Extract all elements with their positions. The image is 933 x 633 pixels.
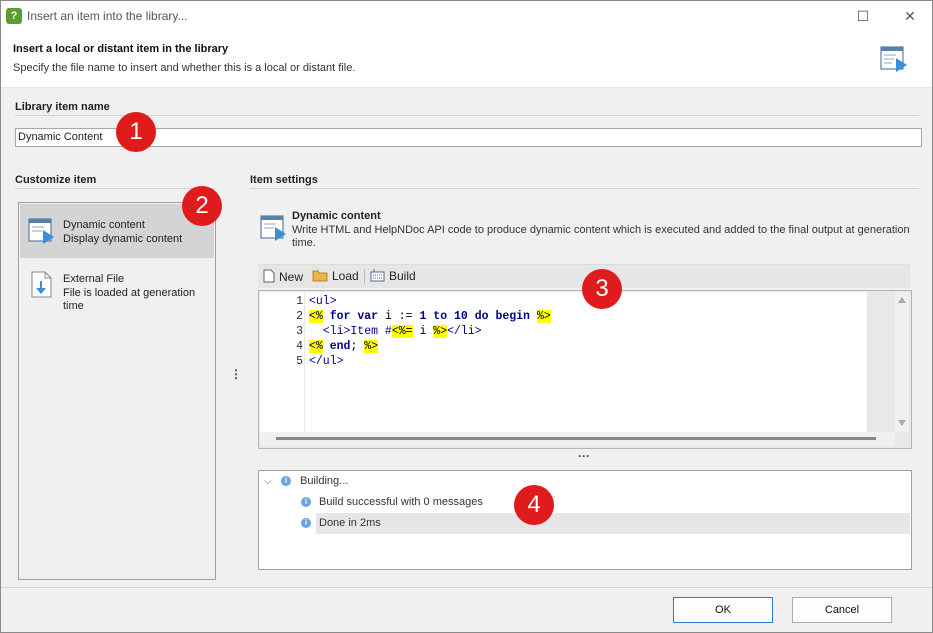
splitter-handle-horizontal[interactable]: ··· bbox=[578, 449, 590, 463]
ok-button[interactable]: OK bbox=[673, 597, 773, 623]
library-item-icon bbox=[880, 46, 907, 72]
annotation-badge-4: 4 bbox=[514, 485, 554, 525]
code-area[interactable]: <ul> <% for var i := 1 to 10 do begin %>… bbox=[305, 292, 867, 432]
annotation-badge-3: 3 bbox=[582, 269, 622, 309]
output-row-selected[interactable] bbox=[316, 513, 910, 534]
footer-divider bbox=[1, 587, 932, 588]
line-number: 2 bbox=[296, 310, 303, 323]
line-number: 1 bbox=[296, 295, 303, 308]
app-icon: ? bbox=[6, 8, 22, 24]
line-number: 5 bbox=[296, 355, 303, 368]
code-line: <% end; %> bbox=[309, 340, 379, 353]
line-number-gutter: 1 2 3 4 5 bbox=[260, 292, 304, 432]
close-icon[interactable]: ✕ bbox=[898, 5, 922, 27]
section-divider bbox=[15, 115, 919, 116]
info-icon: i bbox=[301, 497, 311, 507]
annotation-badge-1: 1 bbox=[116, 112, 156, 152]
settings-description: Write HTML and HelpNDoc API code to prod… bbox=[292, 224, 910, 249]
info-icon: i bbox=[281, 476, 291, 486]
section-divider bbox=[15, 188, 215, 189]
build-button[interactable]: Build bbox=[370, 269, 416, 283]
splitter-handle-vertical[interactable]: ⋮ bbox=[230, 367, 242, 381]
list-item-description: File is loaded at generation time bbox=[63, 287, 196, 312]
dynamic-content-icon bbox=[260, 215, 286, 241]
output-message[interactable]: Done in 2ms bbox=[319, 517, 381, 529]
annotation-badge-2: 2 bbox=[182, 186, 222, 226]
chevron-down-icon[interactable]: ⌵ bbox=[264, 476, 272, 487]
line-number: 3 bbox=[296, 325, 303, 338]
dialog-header: Insert a local or distant item in the li… bbox=[1, 31, 932, 88]
line-number: 4 bbox=[296, 340, 303, 353]
library-item-name-label: Library item name bbox=[15, 101, 110, 113]
section-divider bbox=[250, 188, 919, 189]
scroll-up-icon[interactable] bbox=[898, 297, 906, 303]
header-subtitle: Specify the file name to insert and whet… bbox=[13, 62, 356, 74]
list-item-description: Display dynamic content bbox=[63, 233, 183, 245]
settings-heading: Dynamic content bbox=[292, 210, 381, 222]
output-message[interactable]: Build successful with 0 messages bbox=[319, 496, 483, 508]
folder-icon bbox=[312, 270, 328, 282]
vertical-scrollbar[interactable] bbox=[895, 292, 909, 432]
scroll-thumb[interactable] bbox=[276, 437, 876, 440]
external-file-icon bbox=[31, 271, 52, 298]
scroll-down-icon[interactable] bbox=[898, 420, 906, 426]
load-button[interactable]: Load bbox=[312, 269, 359, 283]
dynamic-content-icon bbox=[28, 218, 54, 244]
list-item-external-file[interactable]: External File File is loaded at generati… bbox=[20, 258, 214, 312]
code-line: <li>Item #<%= i %></li> bbox=[309, 325, 482, 338]
dialog-window: ? Insert an item into the library... ☐ ✕… bbox=[0, 0, 933, 633]
list-item-title: Dynamic content bbox=[63, 219, 145, 231]
output-root[interactable]: Building... bbox=[300, 475, 348, 487]
title-bar: ? Insert an item into the library... ☐ ✕ bbox=[1, 1, 932, 31]
customize-item-label: Customize item bbox=[15, 174, 97, 186]
cancel-button[interactable]: Cancel bbox=[792, 597, 892, 623]
maximize-icon[interactable]: ☐ bbox=[851, 5, 875, 27]
window-title: Insert an item into the library... bbox=[27, 9, 188, 23]
horizontal-scrollbar[interactable] bbox=[260, 432, 895, 446]
info-icon: i bbox=[301, 518, 311, 528]
list-item-title: External File bbox=[63, 273, 125, 285]
code-line: <ul> bbox=[309, 295, 337, 308]
toolbar-separator bbox=[364, 269, 365, 284]
build-button-label: Build bbox=[389, 269, 416, 283]
code-line: </ul> bbox=[309, 355, 344, 368]
new-file-icon bbox=[263, 269, 275, 283]
new-button[interactable]: New bbox=[263, 269, 303, 284]
item-settings-label: Item settings bbox=[250, 174, 318, 186]
code-editor[interactable]: 1 2 3 4 5 <ul> <% for var i := 1 to 10 d… bbox=[258, 290, 912, 449]
code-line: <% for var i := 1 to 10 do begin %> bbox=[309, 310, 551, 323]
header-title: Insert a local or distant item in the li… bbox=[13, 43, 229, 55]
item-type-list: Dynamic content Display dynamic content … bbox=[18, 202, 216, 580]
build-icon bbox=[370, 269, 385, 282]
load-button-label: Load bbox=[332, 269, 359, 283]
new-button-label: New bbox=[279, 270, 304, 284]
build-output-panel: ⌵ i Building... i Build successful with … bbox=[258, 470, 912, 570]
